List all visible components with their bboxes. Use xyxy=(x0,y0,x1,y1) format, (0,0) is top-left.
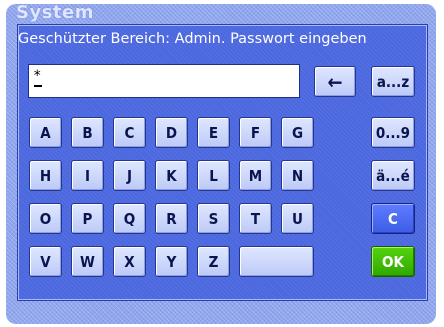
key-z[interactable]: Z xyxy=(197,246,230,277)
key-e[interactable]: E xyxy=(197,117,230,148)
key-l[interactable]: L xyxy=(197,160,230,191)
key-x[interactable]: X xyxy=(113,246,146,277)
password-input-value: * xyxy=(33,68,42,84)
key-a[interactable]: A xyxy=(29,117,62,148)
key-n[interactable]: N xyxy=(281,160,314,191)
key-y[interactable]: Y xyxy=(155,246,188,277)
key-s[interactable]: S xyxy=(197,203,230,234)
space-key[interactable] xyxy=(239,246,314,277)
key-p[interactable]: P xyxy=(71,203,104,234)
key-h[interactable]: H xyxy=(29,160,62,191)
lowercase-mode-button[interactable]: a...z xyxy=(371,66,415,97)
key-f[interactable]: F xyxy=(239,117,272,148)
key-c[interactable]: C xyxy=(113,117,146,148)
key-m[interactable]: M xyxy=(239,160,272,191)
key-d[interactable]: D xyxy=(155,117,188,148)
digits-mode-button[interactable]: 0...9 xyxy=(371,117,415,148)
key-b[interactable]: B xyxy=(71,117,104,148)
key-v[interactable]: V xyxy=(29,246,62,277)
screen: System Geschützter Bereich: Admin. Passw… xyxy=(0,0,444,327)
key-q[interactable]: Q xyxy=(113,203,146,234)
backspace-arrow-icon: ← xyxy=(327,69,343,94)
dialog-title: Geschützter Bereich: Admin. Passwort ein… xyxy=(18,31,367,47)
key-j[interactable]: J xyxy=(113,160,146,191)
special-chars-mode-button[interactable]: ä...é xyxy=(371,160,415,191)
key-o[interactable]: O xyxy=(29,203,62,234)
key-r[interactable]: R xyxy=(155,203,188,234)
ok-button[interactable]: OK xyxy=(371,246,415,277)
clear-button[interactable]: C xyxy=(371,203,415,234)
background-screen-title-text: System xyxy=(16,2,94,23)
key-k[interactable]: K xyxy=(155,160,188,191)
key-w[interactable]: W xyxy=(71,246,104,277)
backspace-button[interactable]: ← xyxy=(314,66,356,97)
background-screen-title: System xyxy=(16,2,94,23)
key-t[interactable]: T xyxy=(239,203,272,234)
text-cursor xyxy=(34,85,42,87)
key-g[interactable]: G xyxy=(281,117,314,148)
password-input[interactable]: * xyxy=(28,64,300,98)
key-i[interactable]: I xyxy=(71,160,104,191)
key-u[interactable]: U xyxy=(281,203,314,234)
